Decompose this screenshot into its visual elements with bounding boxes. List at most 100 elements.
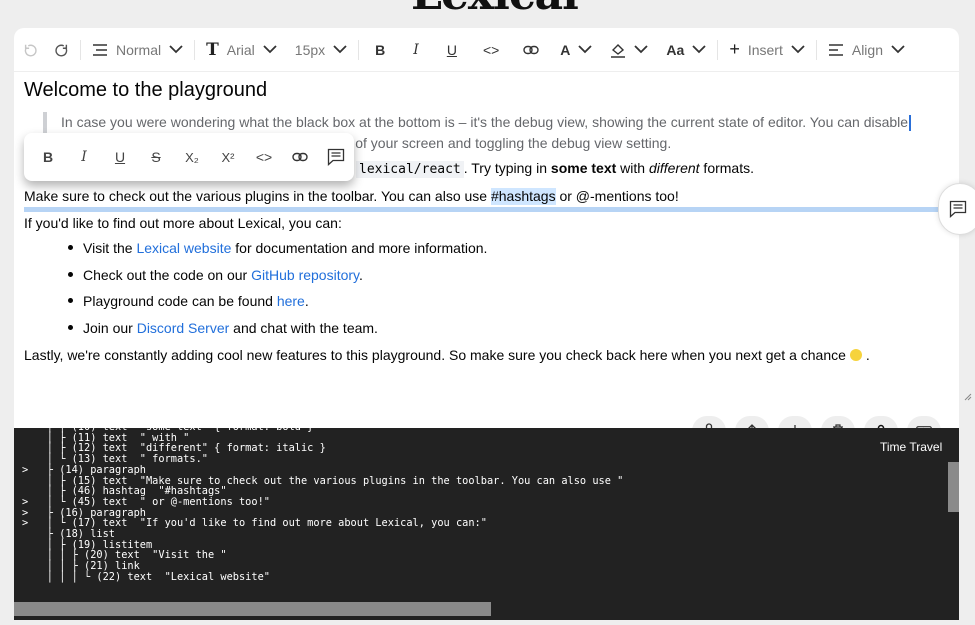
align-label: Align <box>851 41 883 58</box>
redo-button[interactable] <box>46 34 78 66</box>
align-left-icon <box>828 43 843 56</box>
float-superscript-label: X² <box>221 149 235 165</box>
chevron-down-icon <box>634 45 649 54</box>
font-size-label: 15px <box>294 41 326 58</box>
list-text: Playground code can be found <box>83 293 277 309</box>
smile-emoji-icon <box>849 349 862 361</box>
discord-server-link[interactable]: Discord Server <box>137 320 230 336</box>
font-color-dropdown[interactable]: A <box>551 34 601 66</box>
undo-button[interactable] <box>14 34 46 66</box>
link-icon <box>523 45 539 54</box>
horizontal-scrollbar[interactable] <box>14 602 491 616</box>
text-segment: with <box>616 160 649 176</box>
block-type-dropdown[interactable]: Normal <box>83 34 192 66</box>
text-caret <box>909 115 912 132</box>
float-superscript-button[interactable]: X² <box>210 139 246 175</box>
code-label: <> <box>482 41 500 58</box>
text-segment: . Try typing in <box>463 160 551 176</box>
chevron-down-icon <box>791 45 805 54</box>
plus-icon: + <box>729 39 740 59</box>
floating-format-toolbar: B I U S X₂ X² <> <box>24 133 354 181</box>
align-dropdown[interactable]: Align <box>819 34 914 66</box>
list-item: Playground code can be found here. <box>66 291 487 318</box>
float-link-button[interactable] <box>282 139 318 175</box>
editor-shell: Normal T Arial 15px B I U <> A Aa + Inse… <box>14 28 972 446</box>
insert-label: Insert <box>747 41 783 58</box>
debug-tree-view: │ ├ (10) text "some text" { format: bold… <box>14 428 959 620</box>
underline-button[interactable]: U <box>433 34 471 66</box>
here-link[interactable]: here <box>277 293 305 309</box>
quote-line-1: In case you were wondering what the blac… <box>61 114 909 130</box>
list-text: Check out the code on our <box>83 266 252 283</box>
insert-link-button[interactable] <box>511 34 551 66</box>
float-code-button[interactable]: <> <box>246 139 282 175</box>
toolbar-divider <box>194 39 196 60</box>
bold-button[interactable]: B <box>361 34 399 66</box>
float-comment-button[interactable] <box>318 139 354 175</box>
bold-label: B <box>375 41 386 58</box>
font-family-dropdown[interactable]: T Arial <box>197 34 286 66</box>
toolbar-divider <box>815 39 817 60</box>
float-bold-button[interactable]: B <box>30 139 66 175</box>
debug-tree-text: │ ├ (10) text "some text" { format: bold… <box>22 428 624 583</box>
float-subscript-label: X₂ <box>185 149 199 165</box>
github-repository-link[interactable]: GitHub repository <box>251 267 359 283</box>
resize-handle-icon[interactable] <box>964 393 972 401</box>
time-travel-button[interactable]: Time Travel <box>880 440 942 454</box>
underline-label: U <box>446 41 457 58</box>
bg-color-dropdown[interactable] <box>601 34 657 66</box>
selection-highlight <box>24 207 959 212</box>
text-segment: formats. <box>699 160 755 176</box>
paragraph-lastly: Lastly, we're constantly adding cool new… <box>24 345 870 365</box>
float-strike-label: S <box>151 149 161 165</box>
chevron-down-icon <box>333 45 347 54</box>
add-comment-button[interactable] <box>938 183 975 235</box>
float-underline-label: U <box>114 149 126 165</box>
italic-button[interactable]: I <box>399 34 433 66</box>
text-segment: or @-mentions too! <box>555 188 679 204</box>
lexical-logo: Lexical <box>377 0 597 12</box>
insert-dropdown[interactable]: + Insert <box>720 34 814 66</box>
toolbar-divider <box>717 39 719 60</box>
comment-icon <box>327 148 345 166</box>
text-case-dropdown[interactable]: Aa <box>657 34 715 66</box>
list-text: . <box>359 266 363 283</box>
heading: Welcome to the playground <box>24 79 268 101</box>
list-text: and chat with the team. <box>229 319 378 336</box>
font-family-icon: T <box>206 39 219 60</box>
float-italic-button[interactable]: I <box>66 139 102 175</box>
float-underline-button[interactable]: U <box>102 139 138 175</box>
content-editable[interactable]: Welcome to the playground In case you we… <box>14 74 959 374</box>
logo-text: Lexical <box>411 0 579 12</box>
float-bold-label: B <box>42 149 54 165</box>
comment-icon <box>949 200 967 218</box>
list-text: for documentation and more information. <box>231 240 488 256</box>
text-segment: . <box>865 347 870 363</box>
list-item: Check out the code on our GitHub reposit… <box>66 265 487 292</box>
float-italic-label: I <box>81 149 87 165</box>
float-subscript-button[interactable]: X₂ <box>174 139 210 175</box>
bullet-list: Visit the Lexical website for documentat… <box>66 238 487 344</box>
vertical-scrollbar[interactable] <box>948 462 959 512</box>
font-size-dropdown[interactable]: 15px <box>286 34 356 66</box>
block-type-label: Normal <box>116 41 162 58</box>
list-text: Visit the <box>83 240 137 256</box>
float-strikethrough-button[interactable]: S <box>138 139 174 175</box>
hashtag[interactable]: #hashtags <box>490 188 556 205</box>
list-item: Join our Discord Server and chat with th… <box>66 318 487 345</box>
paragraph-more-info: If you'd like to find out more about Lex… <box>24 215 342 231</box>
toolbar-divider <box>80 39 81 60</box>
bold-text: some text <box>550 160 617 176</box>
chevron-down-icon <box>169 45 183 54</box>
italic-label: I <box>413 41 419 58</box>
font-color-icon: A <box>560 41 571 58</box>
code-button[interactable]: <> <box>471 34 511 66</box>
list-text: Join our <box>83 319 137 336</box>
lexical-website-link[interactable]: Lexical website <box>136 240 231 256</box>
link-icon <box>292 152 308 162</box>
font-family-label: Arial <box>226 41 255 58</box>
paragraph-formats: lexical/react. Try typing in some text w… <box>356 158 754 180</box>
list-text: . <box>304 293 309 309</box>
chevron-down-icon <box>263 45 277 54</box>
italic-text: different <box>648 160 700 176</box>
